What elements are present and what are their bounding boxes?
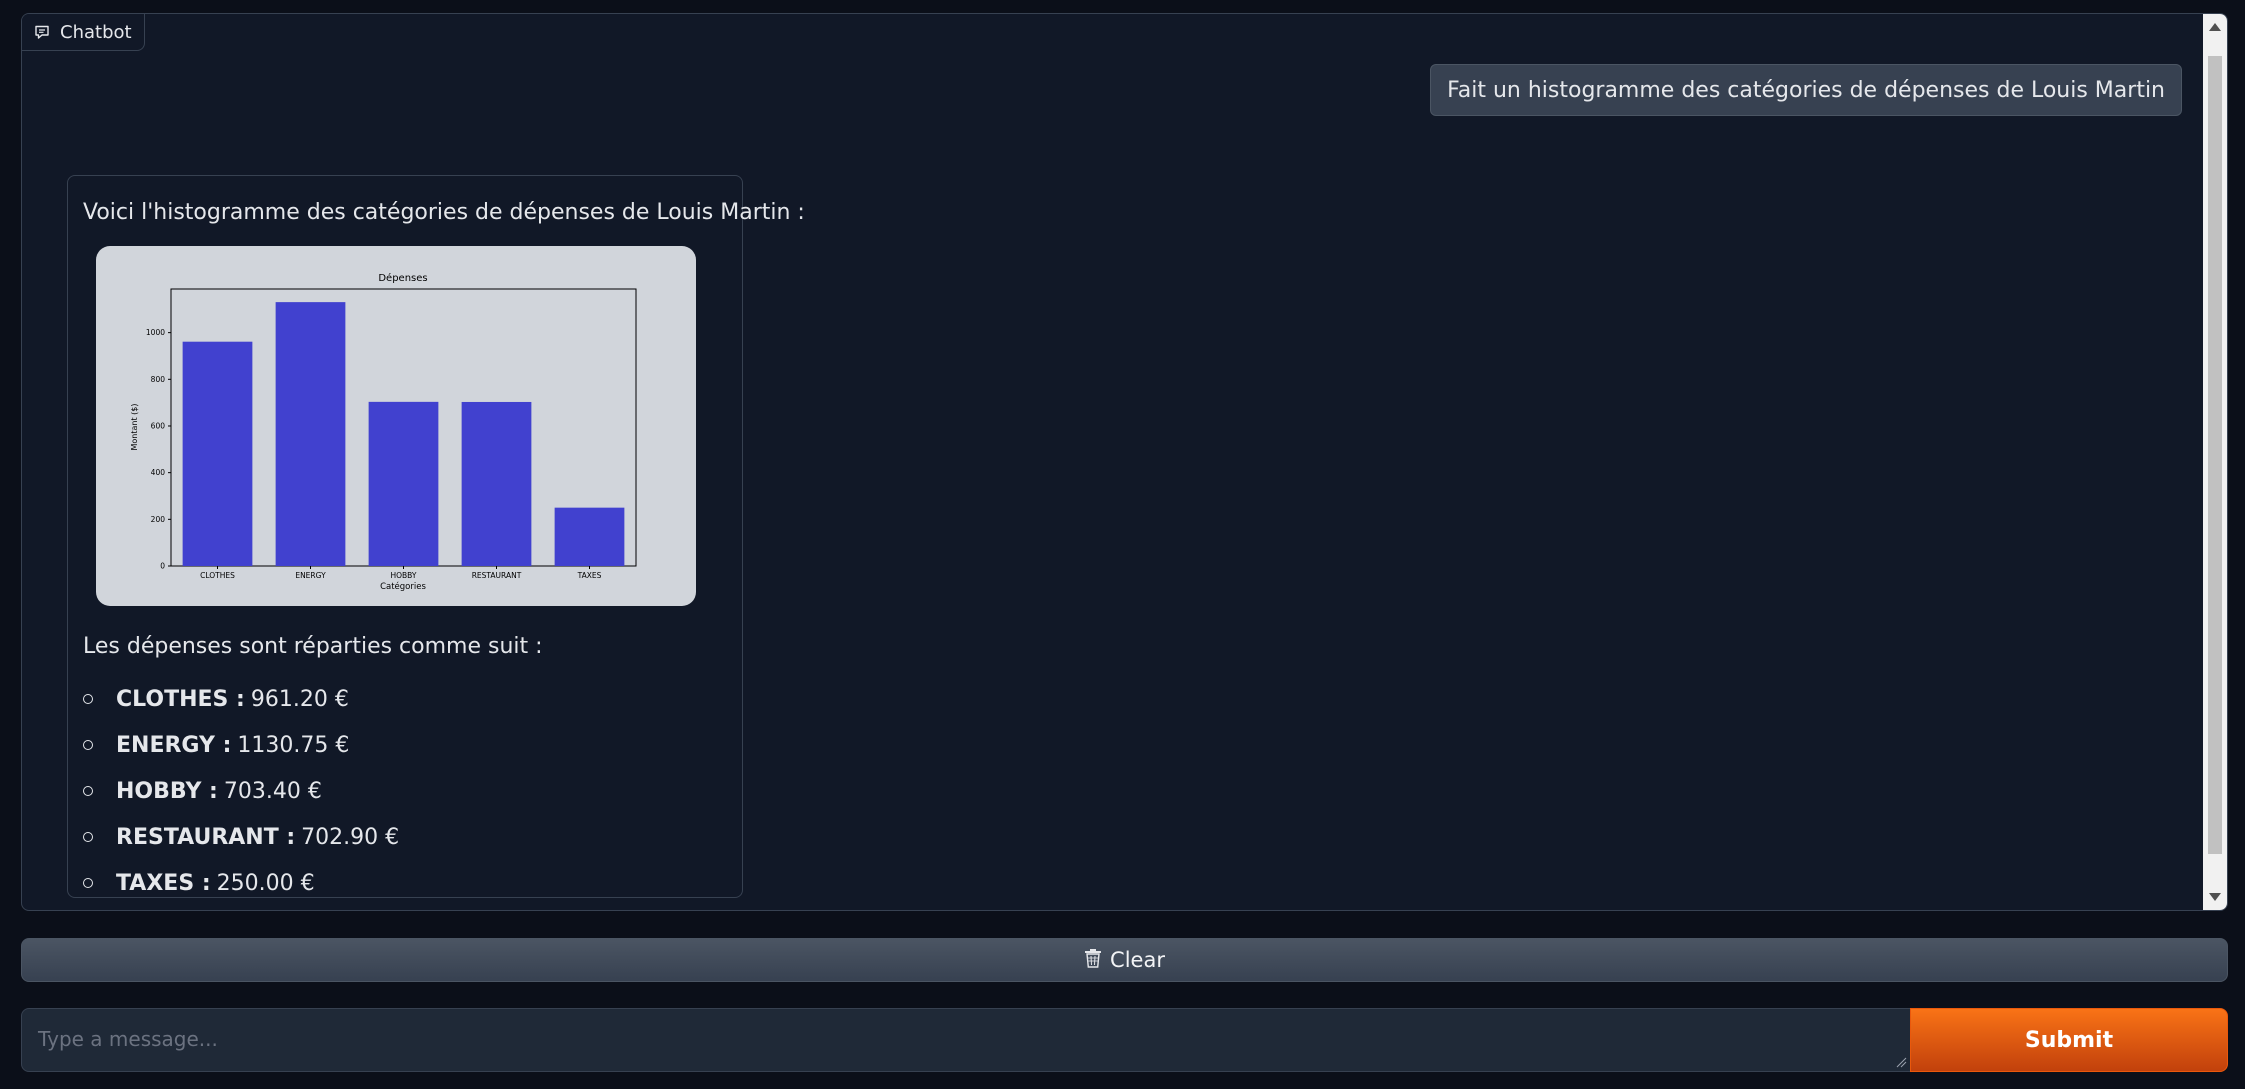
chart-bars [182,302,625,566]
list-item: TAXES :250.00 € [83,860,399,906]
chatbot-panel: Chatbot Fait un histogramme des catégori… [21,13,2228,911]
y-tick-label: 1000 [146,328,165,337]
chart-svg: Dépenses Catégories Montant ($) 0 200 400 6… [130,272,637,592]
bar-hobby [368,401,439,566]
list-item-amount: 1130.75 € [237,732,350,758]
list-item-category: CLOTHES : [116,686,245,712]
list-item: HOBBY :703.40 € [83,768,399,814]
chatbot-label-text: Chatbot [60,21,132,43]
clear-button-label: Clear [1110,948,1165,972]
bullet-icon [83,878,93,888]
list-item-category: RESTAURANT : [116,824,296,850]
submit-button[interactable]: Submit [1910,1008,2228,1072]
list-item: CLOTHES :961.20 € [83,676,399,722]
y-tick-label: 0 [160,562,165,571]
list-item: ENERGY :1130.75 € [83,722,399,768]
list-item-category: HOBBY : [116,778,218,804]
list-item-category: TAXES : [116,870,211,896]
bot-intro-text: Voici l'histogramme des catégories de dé… [83,200,805,225]
list-item-category: ENERGY : [116,732,232,758]
y-tick-label: 800 [151,375,166,384]
x-tick-label: CLOTHES [200,571,235,580]
bar-restaurant [461,401,532,566]
chart-xticks: CLOTHES ENERGY HOBBY RESTAURANT TAXES [200,566,602,580]
y-tick-label: 400 [151,468,166,477]
bar-taxes [554,507,625,566]
x-tick-label: ENERGY [295,571,326,580]
bot-summary-text: Les dépenses sont réparties comme suit : [83,634,543,659]
bot-message: Voici l'histogramme des catégories de dé… [67,175,805,898]
chart-title: Dépenses [378,272,427,284]
message-input[interactable] [21,1008,1911,1072]
list-item-amount: 702.90 € [301,824,400,850]
bullet-icon [83,832,93,842]
x-tick-label: RESTAURANT [472,571,522,580]
clear-button[interactable]: Clear [21,938,2228,982]
chatbot-label: Chatbot [22,14,145,51]
chat-icon [34,24,50,40]
expense-list: CLOTHES :961.20 € ENERGY :1130.75 € HOBB… [83,676,399,906]
list-item-amount: 703.40 € [223,778,322,804]
trash-icon [1084,948,1102,973]
bar-clothes [182,341,253,566]
user-message: Fait un histogramme des catégories de dé… [1430,64,2182,116]
message-input-row: Submit [21,1008,2228,1072]
expense-chart: Dépenses Catégories Montant ($) 0 200 400 6… [96,246,696,606]
bullet-icon [83,786,93,796]
list-item-amount: 250.00 € [216,870,315,896]
list-item-amount: 961.20 € [250,686,349,712]
list-item: RESTAURANT :702.90 € [83,814,399,860]
x-tick-label: TAXES [577,571,602,580]
bullet-icon [83,694,93,704]
chart-ylabel: Montant ($) [130,404,139,451]
y-tick-label: 600 [151,421,166,430]
chat-scrollbar[interactable] [2203,14,2227,910]
bar-energy [275,302,346,566]
resize-grip-icon[interactable] [1895,1056,1907,1068]
bullet-icon [83,740,93,750]
y-tick-label: 200 [151,515,166,524]
chart-xlabel: Catégories [380,581,426,592]
chart-yticks: 0 200 400 600 800 1000 [146,328,171,571]
x-tick-label: HOBBY [390,571,416,580]
scroll-down-icon[interactable] [2209,893,2221,901]
scrollbar-thumb[interactable] [2208,56,2222,854]
scroll-up-icon[interactable] [2209,23,2221,31]
